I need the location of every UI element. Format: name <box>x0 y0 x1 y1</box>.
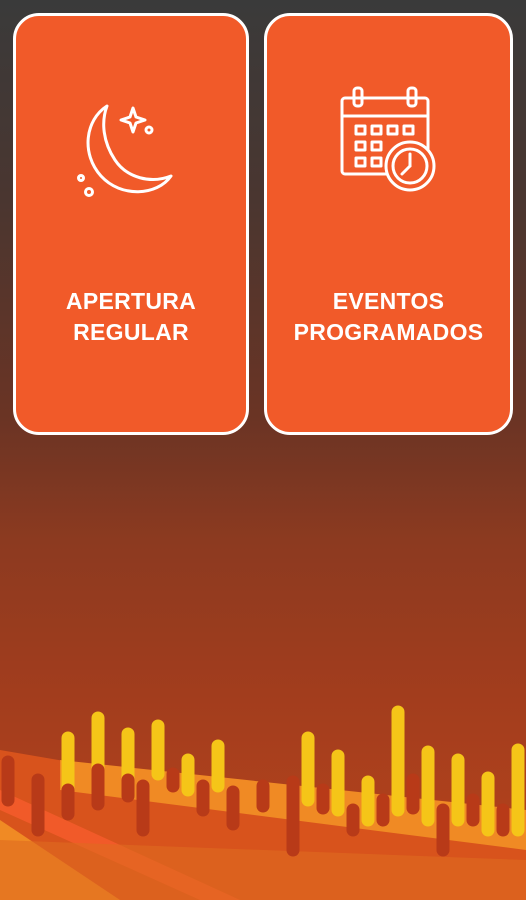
card-label-line: APERTURA <box>65 288 197 314</box>
moon-stars-icon <box>77 104 173 197</box>
card-label-line: REGULAR <box>73 319 189 345</box>
regular-opening-card[interactable]: APERTURA REGULAR <box>13 13 249 435</box>
scheduled-events-card[interactable]: EVENTOS PROGRAMADOS <box>264 13 513 435</box>
card-label-line: EVENTOS <box>332 288 445 314</box>
card-label-line: PROGRAMADOS <box>293 319 484 345</box>
sound-wave-decoration <box>0 705 526 900</box>
scheduled-events-label: EVENTOS PROGRAMADOS <box>267 286 510 348</box>
calendar-clock-icon <box>340 86 435 192</box>
menu-grid: APERTURA REGULAR EVENTOS PROGRAMADOS <box>0 0 526 450</box>
regular-opening-label: APERTURA REGULAR <box>16 286 246 348</box>
